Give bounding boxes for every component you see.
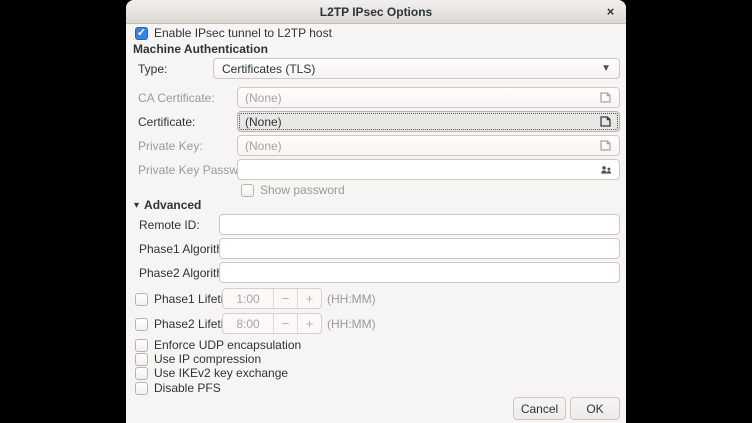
checkbox-unchecked-icon[interactable]: [135, 339, 148, 352]
certificate-label: Certificate:: [138, 115, 195, 129]
private-key-password-wrap: [237, 159, 620, 180]
document-icon: [599, 91, 612, 104]
private-key-password-input[interactable]: [237, 159, 620, 180]
password-options-icon[interactable]: [600, 163, 613, 176]
phase1-lifetime-hint: (HH:MM): [327, 292, 376, 306]
machine-auth-heading: Machine Authentication: [133, 42, 268, 56]
document-icon: [599, 139, 612, 152]
spinner-plus-button[interactable]: +: [297, 314, 321, 333]
chevron-down-icon: ▼: [601, 63, 611, 74]
type-combobox-value: Certificates (TLS): [222, 62, 601, 76]
phase2-lifetime-spinner[interactable]: 8:00 − +: [222, 313, 322, 334]
window-title: L2TP IPsec Options: [320, 5, 432, 19]
close-icon[interactable]: ×: [601, 2, 620, 21]
certificate-value: (None): [245, 115, 599, 129]
ip-compression-label: Use IP compression: [154, 352, 261, 366]
ok-button[interactable]: OK: [570, 397, 620, 420]
checkbox-unchecked-icon[interactable]: [241, 184, 254, 197]
enforce-udp-checkbox[interactable]: Enforce UDP encapsulation: [135, 338, 301, 352]
spinner-plus-button[interactable]: +: [297, 289, 321, 308]
checkbox-checked-icon[interactable]: ✓: [135, 27, 148, 40]
ca-certificate-value: (None): [245, 91, 599, 105]
ip-compression-checkbox[interactable]: Use IP compression: [135, 352, 261, 366]
checkbox-unchecked-icon[interactable]: [135, 382, 148, 395]
private-key-label: Private Key:: [138, 139, 203, 153]
remote-id-label: Remote ID:: [139, 218, 200, 232]
certificate-filechooser[interactable]: (None): [237, 111, 620, 132]
type-combobox[interactable]: Certificates (TLS) ▼: [213, 58, 620, 79]
expander-arrow-icon: ▾: [134, 200, 139, 211]
show-password-label: Show password: [260, 183, 345, 197]
phase1-algorithms-input[interactable]: [219, 238, 620, 259]
checkbox-unchecked-icon[interactable]: [135, 353, 148, 366]
phase1-lifetime-value[interactable]: 1:00: [223, 289, 273, 308]
enable-ipsec-checkbox[interactable]: ✓ Enable IPsec tunnel to L2TP host: [135, 26, 332, 40]
ikev2-checkbox[interactable]: Use IKEv2 key exchange: [135, 366, 288, 380]
spinner-minus-button[interactable]: −: [273, 289, 297, 308]
remote-id-input[interactable]: [219, 214, 620, 235]
phase2-algorithms-input[interactable]: [219, 262, 620, 283]
show-password-checkbox[interactable]: Show password: [241, 183, 345, 197]
spinner-minus-button[interactable]: −: [273, 314, 297, 333]
ca-certificate-label: CA Certificate:: [138, 91, 215, 105]
type-label: Type:: [138, 62, 167, 76]
checkbox-unchecked-icon[interactable]: [135, 318, 148, 331]
advanced-heading: Advanced: [144, 198, 201, 212]
phase2-lifetime-value[interactable]: 8:00: [223, 314, 273, 333]
disable-pfs-checkbox[interactable]: Disable PFS: [135, 381, 221, 395]
private-key-value: (None): [245, 139, 599, 153]
ikev2-label: Use IKEv2 key exchange: [154, 366, 288, 380]
cancel-button[interactable]: Cancel: [513, 397, 566, 420]
enable-ipsec-label: Enable IPsec tunnel to L2TP host: [154, 26, 332, 40]
checkbox-unchecked-icon[interactable]: [135, 293, 148, 306]
disable-pfs-label: Disable PFS: [154, 381, 221, 395]
l2tp-ipsec-options-dialog: L2TP IPsec Options × ✓ Enable IPsec tunn…: [126, 0, 626, 423]
document-icon: [599, 115, 612, 128]
enforce-udp-label: Enforce UDP encapsulation: [154, 338, 301, 352]
checkbox-unchecked-icon[interactable]: [135, 367, 148, 380]
titlebar[interactable]: L2TP IPsec Options ×: [126, 0, 626, 24]
phase1-lifetime-spinner[interactable]: 1:00 − +: [222, 288, 322, 309]
advanced-expander[interactable]: ▾ Advanced: [134, 198, 201, 212]
ca-certificate-filechooser[interactable]: (None): [237, 87, 620, 108]
phase2-lifetime-hint: (HH:MM): [327, 317, 376, 331]
private-key-filechooser[interactable]: (None): [237, 135, 620, 156]
